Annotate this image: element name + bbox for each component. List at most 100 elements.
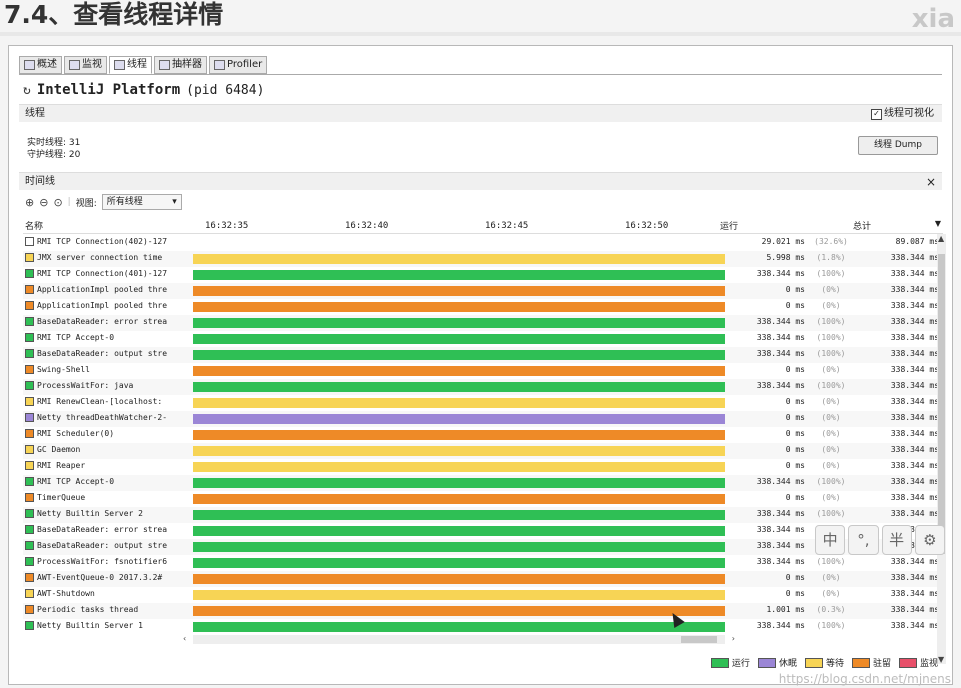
running-time: 338.344 ms <box>756 509 805 518</box>
zoom-out-icon[interactable]: ⊖ <box>39 196 48 209</box>
thread-row[interactable]: Netty threadDeathWatcher-2- 0 ms (0%) 338.3… <box>23 411 943 427</box>
ime-button[interactable]: °, <box>848 525 879 555</box>
thread-row[interactable]: Swing-Shell 0 ms (0%) 338.344 ms <box>23 363 943 379</box>
thread-name-label: Netty threadDeathWatcher-2- <box>37 413 168 422</box>
thread-name-label: RMI RenewClean-[localhost: <box>37 397 163 406</box>
running-time: 338.344 ms <box>756 269 805 278</box>
thread-row[interactable]: Netty Builtin Server 1 338.344 ms (100%) 33… <box>23 619 943 635</box>
running-time: 0 ms <box>785 573 805 582</box>
thread-row[interactable]: ApplicationImpl pooled thre 0 ms (0%) 338.3… <box>23 283 943 299</box>
ime-button[interactable]: 半 <box>881 525 912 555</box>
thread-row[interactable]: BaseDataReader: error strea338.344 ms(10… <box>23 315 943 331</box>
running-time: 5.998 ms <box>766 253 805 262</box>
zoom-fit-icon[interactable]: ⊙ <box>53 196 62 209</box>
thread-row[interactable]: TimerQueue 0 ms (0%) 338.344 ms <box>23 491 943 507</box>
running-percent: (0%) <box>821 365 841 374</box>
total-time: 338.344 ms <box>890 333 939 342</box>
tab-overview[interactable]: 概述 <box>19 56 62 74</box>
thread-state-bar <box>193 494 725 504</box>
running-time: 338.344 ms <box>756 621 805 630</box>
close-icon[interactable]: × <box>926 173 936 191</box>
profiler-icon <box>214 60 225 70</box>
thread-row[interactable]: ApplicationImpl pooled thre 0 ms (0%) 338.3… <box>23 299 943 315</box>
thread-name: Periodic tasks thread <box>25 605 197 614</box>
thread-row[interactable]: RMI TCP Accept-0 338.344 ms (100%) 338.344 … <box>23 475 943 491</box>
thread-state-bar <box>193 542 725 552</box>
visualize-checkbox[interactable]: ✓ <box>871 108 882 120</box>
tab-threads[interactable]: 线程 <box>109 56 152 74</box>
thread-name-label: AWT-Shutdown <box>37 589 95 598</box>
thread-name: RMI TCP Connection(401)-127 <box>25 269 197 278</box>
scroll-up-icon[interactable]: ▲ <box>938 234 944 243</box>
view-label: 视图: <box>75 198 97 209</box>
thread-name-label: BaseDataReader: output stre <box>37 349 168 358</box>
running-percent: (0%) <box>821 493 841 502</box>
thread-row[interactable]: BaseDataReader: error strea338.344 ms(10… <box>23 523 943 539</box>
thread-state-swatch <box>25 397 34 406</box>
thread-row[interactable]: BaseDataReader: output stre338.344 ms(10… <box>23 539 943 555</box>
thread-row[interactable]: RMI TCP Accept-0 338.344 ms (100%) 338.344 … <box>23 331 943 347</box>
running-time: 338.344 ms <box>756 557 805 566</box>
legend-label: 运行 <box>731 659 750 669</box>
thread-row[interactable]: JMX server connection time 5.998 ms (1.8%)… <box>23 251 943 267</box>
scroll-down-icon[interactable]: ▼ <box>938 655 944 664</box>
thread-name-label: JMX server connection time <box>37 253 163 262</box>
tab-profiler[interactable]: Profiler <box>209 56 268 74</box>
app-name: IntelliJ Platform <box>36 82 181 98</box>
scroll-left-icon[interactable]: ‹ <box>183 634 186 643</box>
thread-row[interactable]: RMI TCP Connection(401)-127 338.344 ms (10… <box>23 267 943 283</box>
thread-row[interactable]: Netty Builtin Server 2 338.344 ms (100%) 33… <box>23 507 943 523</box>
thread-row[interactable]: RMI Scheduler(0) 0 ms (0%) 338.344 ms <box>23 427 943 443</box>
refresh-icon[interactable]: ↻ <box>23 83 31 98</box>
running-percent: (1.8%) <box>816 253 846 262</box>
running-percent: (0%) <box>821 301 841 310</box>
overview-icon <box>24 60 35 70</box>
thread-dump-button[interactable]: 线程 Dump <box>858 136 938 155</box>
thread-state-swatch <box>25 349 34 358</box>
thread-state-swatch <box>25 509 34 518</box>
legend-label: 等待 <box>825 659 844 669</box>
thread-row[interactable]: AWT-Shutdown 0 ms (0%) 338.344 ms <box>23 587 943 603</box>
scroll-right-icon[interactable]: › <box>732 634 735 643</box>
thread-name: ApplicationImpl pooled thre <box>25 285 197 294</box>
thread-state-swatch <box>25 333 34 342</box>
horizontal-scroll-thumb[interactable] <box>681 636 717 643</box>
ime-button[interactable]: ⚙ <box>914 525 945 555</box>
total-time: 338.344 ms <box>890 445 939 454</box>
ime-button[interactable]: 中 <box>815 525 846 555</box>
thread-row[interactable]: RMI RenewClean-[localhost: 0 ms (0%) 338.34… <box>23 395 943 411</box>
thread-row[interactable]: GC Daemon 0 ms (0%) 338.344 ms <box>23 443 943 459</box>
thread-row[interactable]: AWT-EventQueue-0 2017.3.2# 0 ms (0%) 338.34… <box>23 571 943 587</box>
column-total[interactable]: 总计 <box>853 219 871 232</box>
total-time: 338.344 ms <box>890 509 939 518</box>
column-name[interactable]: 名称 <box>25 219 43 232</box>
thread-name: RMI Reaper <box>25 461 197 470</box>
total-time: 338.344 ms <box>890 605 939 614</box>
sort-menu-icon[interactable]: ▼ <box>935 219 941 228</box>
thread-name-label: Netty Builtin Server 1 <box>37 621 143 630</box>
vertical-scroll-thumb[interactable] <box>938 254 945 554</box>
vertical-scrollbar[interactable]: ▲ ▼ <box>937 234 946 664</box>
thread-state-swatch <box>25 365 34 374</box>
thread-row[interactable]: RMI TCP Connection(402)-127 29.021 ms (32.… <box>23 235 943 251</box>
thread-name-label: Periodic tasks thread <box>37 605 139 614</box>
tab-label: Profiler <box>227 59 263 70</box>
horizontal-scrollbar[interactable]: ‹ › <box>183 634 735 644</box>
running-percent: (32.6%) <box>814 237 848 246</box>
total-time: 89.087 ms <box>895 237 939 246</box>
thread-name-label: ApplicationImpl pooled thre <box>37 285 168 294</box>
zoom-in-icon[interactable]: ⊕ <box>25 196 34 209</box>
column-running[interactable]: 运行 <box>720 219 738 232</box>
total-time: 338.344 ms <box>890 349 939 358</box>
thread-row[interactable]: ProcessWaitFor: fsnotifier6 338.344 ms (10… <box>23 555 943 571</box>
thread-row[interactable]: BaseDataReader: output stre338.344 ms(10… <box>23 347 943 363</box>
thread-row[interactable]: ProcessWaitFor: java 338.344 ms (100%) 338.… <box>23 379 943 395</box>
thread-name-label: ApplicationImpl pooled thre <box>37 301 168 310</box>
view-select[interactable]: 所有线程 ▾ <box>101 194 182 210</box>
thread-name: AWT-EventQueue-0 2017.3.2# <box>25 573 197 582</box>
tab-sampler[interactable]: 抽样器 <box>154 56 207 74</box>
visualize-threads-toggle[interactable]: ✓ 线程可视化 <box>871 105 934 123</box>
thread-row[interactable]: RMI Reaper 0 ms (0%) 338.344 ms <box>23 459 943 475</box>
thread-row[interactable]: Periodic tasks thread 1.001 ms (0.3%) 338.3… <box>23 603 943 619</box>
tab-monitor[interactable]: 监视 <box>64 56 107 74</box>
